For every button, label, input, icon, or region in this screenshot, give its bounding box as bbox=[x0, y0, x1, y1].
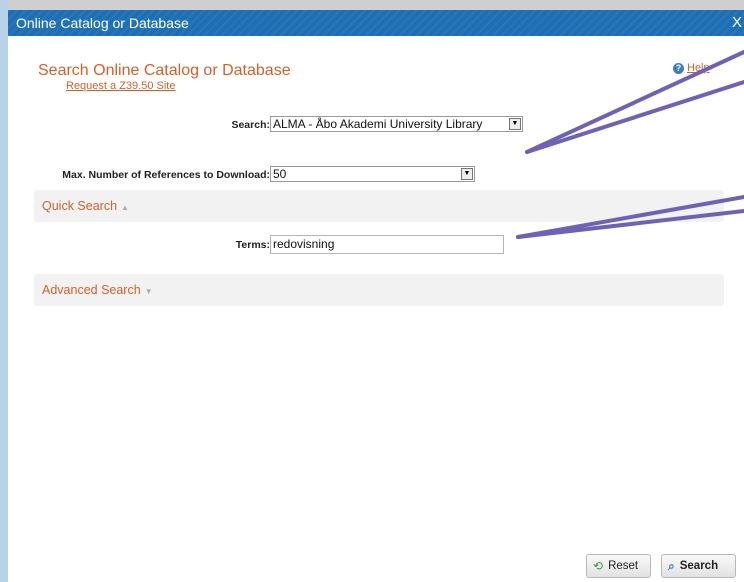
page-title: Search Online Catalog or Database bbox=[38, 62, 291, 79]
help-link[interactable]: ? Help bbox=[673, 62, 710, 74]
top-strip bbox=[0, 0, 744, 10]
search-database-value: ALMA - Åbo Akademi University Library bbox=[273, 117, 483, 131]
caret-down-icon: ▼ bbox=[144, 287, 153, 296]
advanced-search-panel[interactable]: Advanced Search ▼ bbox=[34, 274, 724, 306]
advanced-search-title[interactable]: Advanced Search ▼ bbox=[42, 283, 153, 297]
max-references-select[interactable]: 50 ▼ bbox=[270, 166, 475, 182]
search-label-btn: Search bbox=[679, 560, 719, 572]
reset-button[interactable]: ⟲ Reset bbox=[586, 554, 651, 578]
terms-label: Terms: bbox=[235, 239, 270, 251]
dialog-titlebar: Online Catalog or Database X bbox=[8, 10, 744, 36]
caret-up-icon: ▲ bbox=[121, 203, 129, 212]
quick-search-panel[interactable]: Quick Search ▲ bbox=[34, 190, 724, 222]
terms-input[interactable]: redovisning bbox=[270, 235, 504, 254]
request-z3950-link[interactable]: Request a Z39.50 Site bbox=[66, 80, 175, 92]
max-references-label: Max. Number of References to Download: bbox=[62, 169, 270, 181]
chevron-down-icon[interactable]: ▼ bbox=[461, 168, 473, 180]
search-icon: ⌕ bbox=[668, 558, 675, 573]
quick-search-label: Quick Search bbox=[42, 199, 118, 213]
dialog-title: Online Catalog or Database bbox=[16, 15, 189, 31]
chevron-down-icon[interactable]: ▼ bbox=[509, 118, 521, 130]
search-label: Search: bbox=[231, 119, 270, 131]
help-icon: ? bbox=[673, 62, 684, 74]
help-label: Help bbox=[687, 62, 710, 74]
window-frame bbox=[0, 0, 8, 582]
search-database-select[interactable]: ALMA - Åbo Akademi University Library ▼ bbox=[270, 116, 523, 132]
close-button[interactable]: X bbox=[732, 14, 742, 31]
quick-search-title[interactable]: Quick Search ▲ bbox=[42, 199, 129, 213]
dialog-content: Search Online Catalog or Database ? Help… bbox=[8, 36, 744, 582]
reset-label: Reset bbox=[608, 560, 639, 572]
search-button[interactable]: ⌕ Search bbox=[661, 554, 736, 578]
max-references-value: 50 bbox=[273, 167, 287, 181]
advanced-search-label: Advanced Search bbox=[42, 283, 141, 297]
refresh-icon: ⟲ bbox=[593, 559, 604, 573]
